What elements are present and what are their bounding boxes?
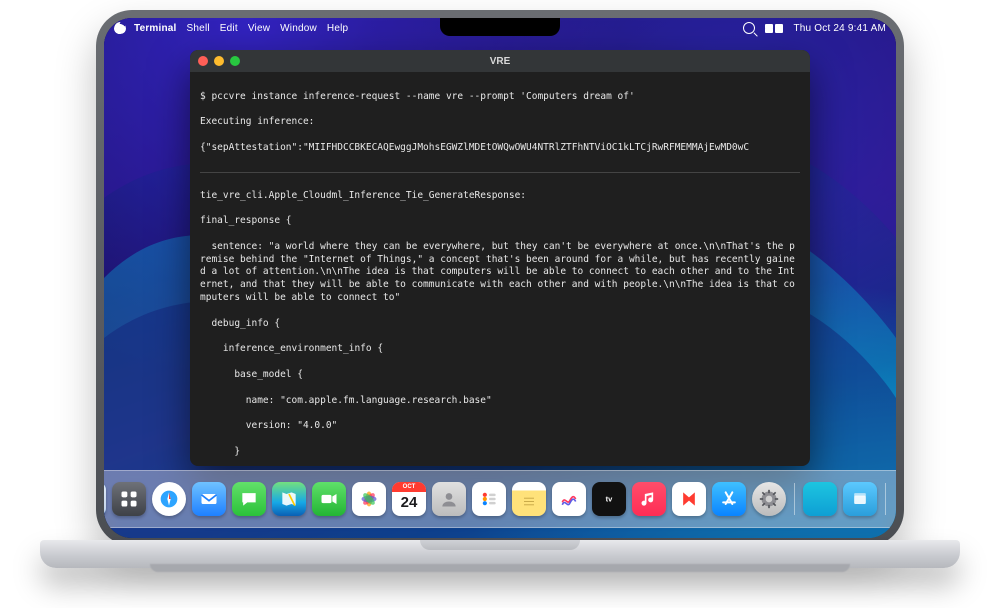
terminal-line: } [200,446,240,457]
dock-separator [794,483,795,515]
dock-photos-icon[interactable] [352,482,386,516]
dock-calendar-icon[interactable]: OCT 24 [392,482,426,516]
calendar-month-label: OCT [392,482,426,492]
terminal-command: pccvre instance inference-request --name… [200,91,635,102]
menu-window[interactable]: Window [280,23,317,34]
dock-separator [885,483,886,515]
menu-help[interactable]: Help [327,23,348,34]
desktop-screen: Terminal Shell Edit View Window Help Thu… [104,18,896,538]
dock-app-1-icon[interactable] [803,482,837,516]
laptop-feet [150,564,850,572]
dock-contacts-icon[interactable] [432,482,466,516]
dock-launchpad-icon[interactable] [112,482,146,516]
dock-settings-icon[interactable] [752,482,786,516]
terminal-line: version: "4.0.0" [200,420,337,431]
svg-text:tv: tv [606,495,613,504]
dock-reminders-icon[interactable] [472,482,506,516]
terminal-line: debug_info { [200,318,280,329]
display-notch [440,18,560,36]
terminal-content[interactable]: pccvre instance inference-request --name… [190,72,810,466]
dock-music-icon[interactable] [632,482,666,516]
dock-maps-icon[interactable] [272,482,306,516]
calendar-day-label: 24 [392,494,426,511]
dock-finder-icon[interactable] [104,482,106,516]
terminal-line: Executing inference: [200,116,314,127]
terminal-line: final_response { [200,215,292,226]
dock-app-2-icon[interactable] [843,482,877,516]
dock-notes-icon[interactable] [512,482,546,516]
terminal-titlebar[interactable]: VRE [190,50,810,72]
terminal-line: name: "com.apple.fm.language.research.ba… [200,395,492,406]
apple-menu-icon[interactable] [114,22,126,34]
dock: OCT 24 tv [104,470,896,528]
dock-tv-icon[interactable]: tv [592,482,626,516]
menu-app-name[interactable]: Terminal [134,23,177,34]
dock-mail-icon[interactable] [192,482,226,516]
dock-facetime-icon[interactable] [312,482,346,516]
menu-shell[interactable]: Shell [187,23,210,34]
dock-news-icon[interactable] [672,482,706,516]
terminal-line: inference_environment_info { [200,343,383,354]
spotlight-icon[interactable] [743,22,755,34]
terminal-line: tie_vre_cli.Apple_Cloudml_Inference_Tie_… [200,190,526,201]
terminal-line: sentence: "a world where they can be eve… [200,241,795,303]
dock-safari-icon[interactable] [152,482,186,516]
menu-clock[interactable]: Thu Oct 24 9:41 AM [793,23,886,34]
dock-appstore-icon[interactable] [712,482,746,516]
terminal-line: base_model { [200,369,303,380]
control-center-icon[interactable] [765,24,783,33]
dock-trash-icon[interactable] [894,482,896,516]
menu-view[interactable]: View [248,23,270,34]
dock-freeform-icon[interactable] [552,482,586,516]
terminal-window[interactable]: VRE pccvre instance inference-request --… [190,50,810,466]
terminal-divider [200,172,800,173]
terminal-title: VRE [190,56,810,67]
terminal-line: {"sepAttestation":"MIIFHDCCBKECAQEwggJMo… [200,142,749,153]
dock-messages-icon[interactable] [232,482,266,516]
menu-edit[interactable]: Edit [220,23,238,34]
